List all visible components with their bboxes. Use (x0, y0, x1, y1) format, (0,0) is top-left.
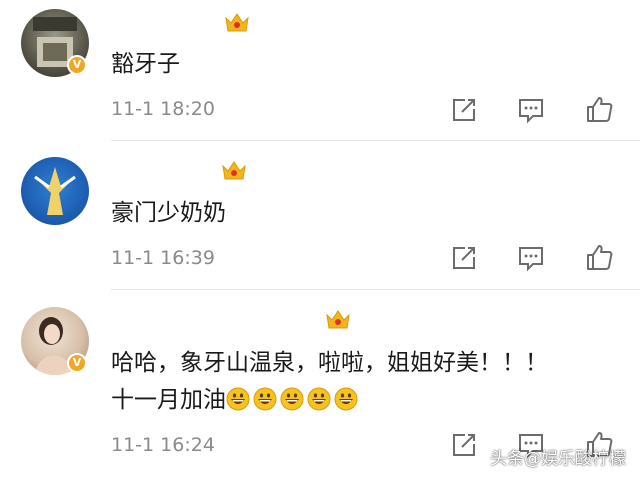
crown-badge-icon (326, 310, 350, 329)
comment-icon[interactable] (516, 243, 546, 273)
divider (111, 140, 640, 141)
comment-text: 豪门少奶奶 (111, 200, 226, 226)
comment-text-line-2: 十一月加油 (111, 381, 361, 419)
verified-v-icon: V (67, 353, 87, 373)
share-icon[interactable] (449, 430, 479, 460)
comment-time: 11-1 16:24 (111, 434, 215, 456)
thumbs-up-icon[interactable] (584, 94, 614, 124)
comment-text: 豁牙子 (111, 51, 180, 77)
comment-text-line-2-text: 十一月加油 (111, 387, 226, 413)
divider (111, 289, 640, 290)
thumbs-up-icon[interactable] (584, 242, 614, 272)
verified-v-icon: V (67, 55, 87, 75)
grinning-face-icon (280, 387, 304, 411)
emoji-row (226, 387, 361, 413)
comment-time: 11-1 16:39 (111, 247, 215, 269)
crown-badge-icon (225, 13, 249, 32)
avatar[interactable] (21, 157, 89, 225)
comment-icon[interactable] (516, 95, 546, 125)
comment-text-line-1: 哈哈，象牙山温泉，啦啦，姐姐好美！！！ (111, 350, 548, 376)
grinning-face-icon (334, 387, 358, 411)
crown-badge-icon (222, 161, 246, 180)
grinning-face-icon (307, 387, 331, 411)
grinning-face-icon (226, 387, 250, 411)
comment-time: 11-1 18:20 (111, 98, 215, 120)
grinning-face-icon (253, 387, 277, 411)
share-icon[interactable] (449, 243, 479, 273)
watermark: 头条@娱乐酸柠檬 (490, 449, 626, 469)
share-icon[interactable] (449, 95, 479, 125)
